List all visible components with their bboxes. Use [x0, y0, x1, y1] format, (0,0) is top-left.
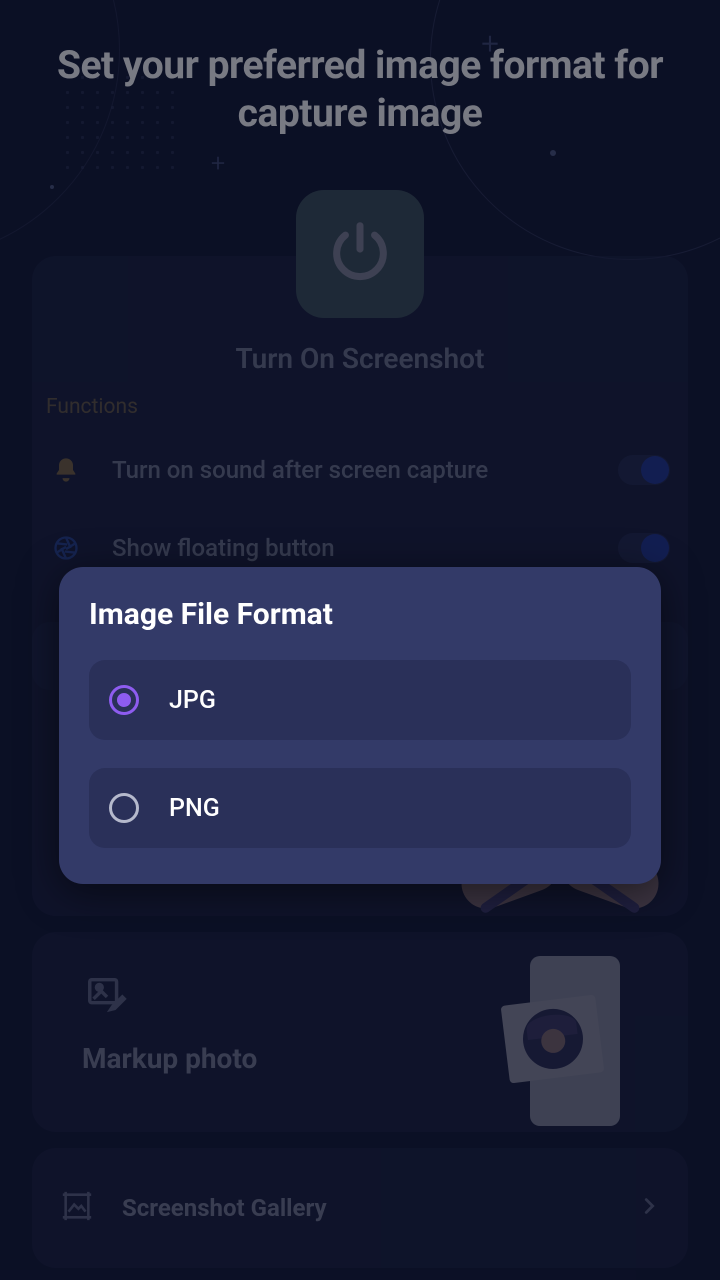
- radio-selected-icon: [109, 685, 139, 715]
- radio-unselected-icon: [109, 793, 139, 823]
- format-option-png[interactable]: PNG: [89, 768, 631, 848]
- format-option-jpg[interactable]: JPG: [89, 660, 631, 740]
- image-format-dialog: Image File Format JPG PNG: [59, 567, 661, 884]
- dialog-title: Image File Format: [89, 597, 631, 632]
- format-option-label: JPG: [169, 686, 216, 715]
- format-option-label: PNG: [169, 794, 220, 823]
